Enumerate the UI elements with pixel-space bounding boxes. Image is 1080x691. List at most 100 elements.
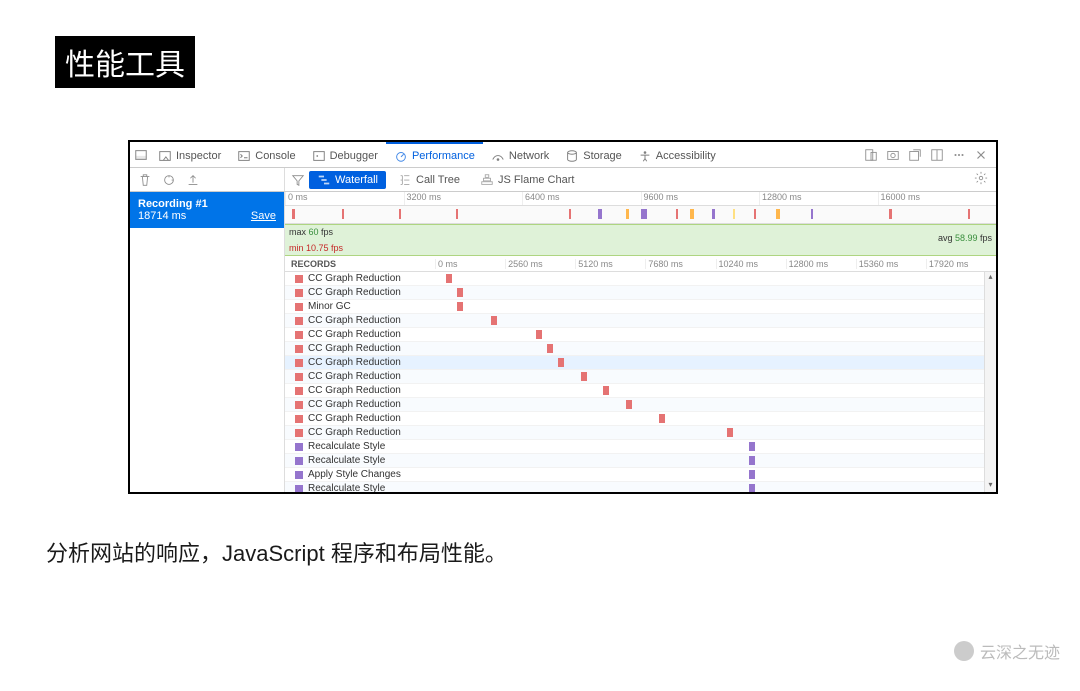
records-tick: 0 ms [435, 259, 505, 269]
flame-label: JS Flame Chart [498, 174, 574, 186]
overview-marker [712, 209, 715, 219]
dock-icon[interactable] [134, 148, 148, 162]
overview-marker [569, 209, 571, 219]
network-icon [491, 149, 505, 163]
record-row[interactable]: CC Graph Reduction [285, 272, 996, 286]
watermark: 云深之无迹 [954, 639, 1060, 663]
storage-icon [565, 149, 579, 163]
record-track [435, 356, 996, 369]
scroll-up-icon[interactable]: ▴ [985, 272, 996, 284]
records-header: RECORDS 0 ms2560 ms5120 ms7680 ms10240 m… [285, 256, 996, 272]
tab-debugger[interactable]: Debugger [304, 142, 386, 167]
tab-network[interactable]: Network [483, 142, 557, 167]
tab-performance[interactable]: Performance [386, 142, 483, 167]
record-row[interactable]: Apply Style Changes [285, 468, 996, 482]
records-label: RECORDS [285, 259, 435, 269]
close-icon[interactable] [974, 148, 988, 162]
overview-marker [342, 209, 344, 219]
overview-strip[interactable] [285, 206, 996, 224]
record-name: CC Graph Reduction [308, 343, 401, 354]
tab-console[interactable]: Console [229, 142, 303, 167]
record-swatch [295, 275, 303, 283]
record-row[interactable]: CC Graph Reduction [285, 356, 996, 370]
record-bar [558, 358, 564, 367]
recording-item[interactable]: Recording #1 18714 ms Save [130, 192, 284, 228]
trash-icon[interactable] [138, 173, 152, 187]
ruler-tick: 6400 ms [522, 192, 641, 205]
record-bar [536, 330, 542, 339]
waterfall-icon [317, 173, 331, 187]
record-swatch [295, 415, 303, 423]
record-name: Minor GC [308, 301, 351, 312]
responsive-icon[interactable] [864, 148, 878, 162]
record-name: CC Graph Reduction [308, 413, 401, 424]
record-row[interactable]: CC Graph Reduction [285, 384, 996, 398]
calltree-icon [398, 173, 412, 187]
overview-marker [641, 209, 647, 219]
flamechart-view-button[interactable]: JS Flame Chart [472, 171, 582, 189]
overview-marker [968, 209, 970, 219]
records-tick: 12800 ms [786, 259, 856, 269]
record-bar [749, 470, 755, 479]
tab-storage[interactable]: Storage [557, 142, 630, 167]
debugger-icon [312, 149, 326, 163]
import-icon[interactable] [186, 173, 200, 187]
record-name: CC Graph Reduction [308, 315, 401, 326]
tab-accessibility[interactable]: Accessibility [630, 142, 724, 167]
record-track [435, 286, 996, 299]
record-row[interactable]: CC Graph Reduction [285, 286, 996, 300]
record-row[interactable]: Minor GC [285, 300, 996, 314]
record-icon[interactable] [162, 173, 176, 187]
filter-icon[interactable] [291, 173, 305, 187]
record-row[interactable]: CC Graph Reduction [285, 314, 996, 328]
record-bar [491, 316, 497, 325]
record-row[interactable]: CC Graph Reduction [285, 370, 996, 384]
record-swatch [295, 303, 303, 311]
record-row[interactable]: CC Graph Reduction [285, 398, 996, 412]
split-icon[interactable] [930, 148, 944, 162]
record-row[interactable]: CC Graph Reduction [285, 412, 996, 426]
tab-label: Inspector [176, 150, 221, 162]
more-icon[interactable] [952, 148, 966, 162]
record-bar [749, 456, 755, 465]
record-row[interactable]: Recalculate Style [285, 482, 996, 492]
record-row[interactable]: Recalculate Style [285, 440, 996, 454]
record-row[interactable]: CC Graph Reduction [285, 426, 996, 440]
record-track [435, 468, 996, 481]
waterfall-main: 0 ms3200 ms6400 ms9600 ms12800 ms16000 m… [285, 192, 996, 492]
record-bar [749, 442, 755, 451]
record-row[interactable]: CC Graph Reduction [285, 328, 996, 342]
records-tick: 2560 ms [505, 259, 575, 269]
record-row[interactable]: CC Graph Reduction [285, 342, 996, 356]
record-name: CC Graph Reduction [308, 273, 401, 284]
tab-label: Console [255, 150, 295, 162]
tab-inspector[interactable]: Inspector [150, 142, 229, 167]
records-body[interactable]: CC Graph Reduction CC Graph Reduction Mi… [285, 272, 996, 492]
record-swatch [295, 457, 303, 465]
record-swatch [295, 429, 303, 437]
record-swatch [295, 345, 303, 353]
record-name: CC Graph Reduction [308, 329, 401, 340]
calltree-view-button[interactable]: Call Tree [390, 171, 468, 189]
gear-icon[interactable] [974, 171, 988, 185]
overview-marker [676, 209, 678, 219]
screenshot-icon[interactable] [886, 148, 900, 162]
record-track [435, 412, 996, 425]
overview-marker [811, 209, 813, 219]
waterfall-view-button[interactable]: Waterfall [309, 171, 386, 189]
popout-icon[interactable] [908, 148, 922, 162]
record-bar [547, 344, 553, 353]
scroll-down-icon[interactable]: ▾ [985, 480, 996, 492]
scrollbar[interactable]: ▴ ▾ [984, 272, 996, 492]
overview-marker [776, 209, 780, 219]
record-row[interactable]: Recalculate Style [285, 454, 996, 468]
record-name: CC Graph Reduction [308, 287, 401, 298]
performance-toolbar: Waterfall Call Tree JS Flame Chart [130, 168, 996, 192]
ruler-tick: 12800 ms [759, 192, 878, 205]
records-tick: 5120 ms [575, 259, 645, 269]
ruler-tick: 9600 ms [641, 192, 760, 205]
overview-marker [292, 209, 295, 219]
record-name: CC Graph Reduction [308, 385, 401, 396]
tab-label: Debugger [330, 150, 378, 162]
save-link[interactable]: Save [251, 210, 276, 222]
